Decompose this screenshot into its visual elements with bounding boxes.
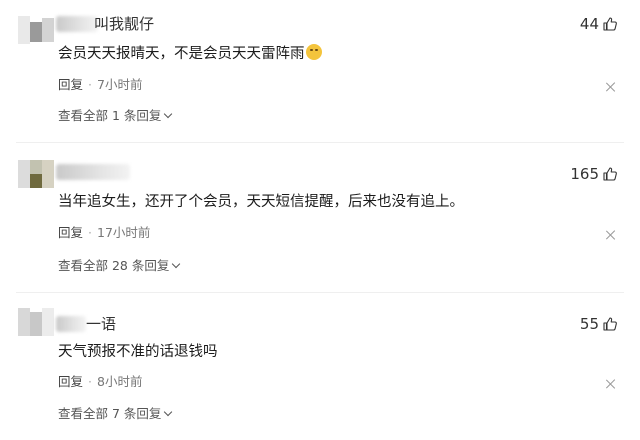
comment-item: 165 当年追女生，还开了个会员，天天短信提醒，后来也没有追上。 回复 · 17小时… <box>0 146 640 292</box>
comment-text: 当年追女生，还开了个会员，天天短信提醒，后来也没有追上。 <box>58 194 464 210</box>
comment-meta: 回复 · 7小时前 <box>58 76 142 94</box>
reply-button[interactable]: 回复 <box>58 225 83 240</box>
separator-dot: · <box>88 374 92 389</box>
thumbs-up-icon <box>603 167 617 181</box>
separator-dot: · <box>88 225 92 240</box>
comment-meta: 回复 · 17小时前 <box>58 224 150 242</box>
comment-text: 会员天天报晴天，不是会员天天雷阵雨 <box>58 44 322 64</box>
username-text: 一语 <box>86 315 117 333</box>
like-button[interactable]: 44 <box>580 14 618 34</box>
divider <box>16 142 624 143</box>
reply-button[interactable]: 回复 <box>58 374 83 389</box>
username[interactable]: 一语 <box>56 314 146 336</box>
view-all-replies-link[interactable]: 查看全部 1 条回复 <box>58 107 173 125</box>
comment-text: 天气预报不准的话退钱吗 <box>58 344 218 360</box>
avatar[interactable] <box>18 16 54 44</box>
close-icon[interactable] <box>606 82 616 92</box>
separator-dot: · <box>88 77 92 92</box>
chevron-down-icon <box>164 407 173 417</box>
username[interactable]: 叫我靓仔 <box>56 14 176 36</box>
thumbs-up-icon <box>603 317 617 331</box>
avatar[interactable] <box>18 308 54 336</box>
view-all-replies-link[interactable]: 查看全部 7 条回复 <box>58 405 173 423</box>
thumbs-up-icon <box>603 17 617 31</box>
comment-item: 叫我靓仔 44 会员天天报晴天，不是会员天天雷阵雨 回复 · 7小时前 查看全部 1… <box>0 0 640 146</box>
divider <box>16 292 624 293</box>
like-button[interactable]: 55 <box>580 314 618 334</box>
chevron-down-icon <box>172 259 181 269</box>
like-button[interactable]: 165 <box>570 164 618 184</box>
chevron-down-icon <box>164 109 173 119</box>
timestamp: 8小时前 <box>97 374 143 389</box>
timestamp: 7小时前 <box>97 77 143 92</box>
close-icon[interactable] <box>606 230 616 240</box>
like-count: 55 <box>579 315 599 333</box>
timestamp: 17小时前 <box>97 225 151 240</box>
thinking-face-emoji <box>305 44 322 60</box>
comment-item: 一语 55 天气预报不准的话退钱吗 回复 · 8小时前 查看全部 7 条回复 <box>0 294 640 440</box>
avatar[interactable] <box>18 160 54 188</box>
username[interactable] <box>56 162 146 184</box>
comment-meta: 回复 · 8小时前 <box>58 373 142 391</box>
close-icon[interactable] <box>606 379 616 389</box>
like-count: 44 <box>579 15 599 33</box>
like-count: 165 <box>570 165 599 183</box>
view-all-replies-link[interactable]: 查看全部 28 条回复 <box>58 257 181 275</box>
username-text: 叫我靓仔 <box>94 15 155 33</box>
reply-button[interactable]: 回复 <box>58 77 83 92</box>
